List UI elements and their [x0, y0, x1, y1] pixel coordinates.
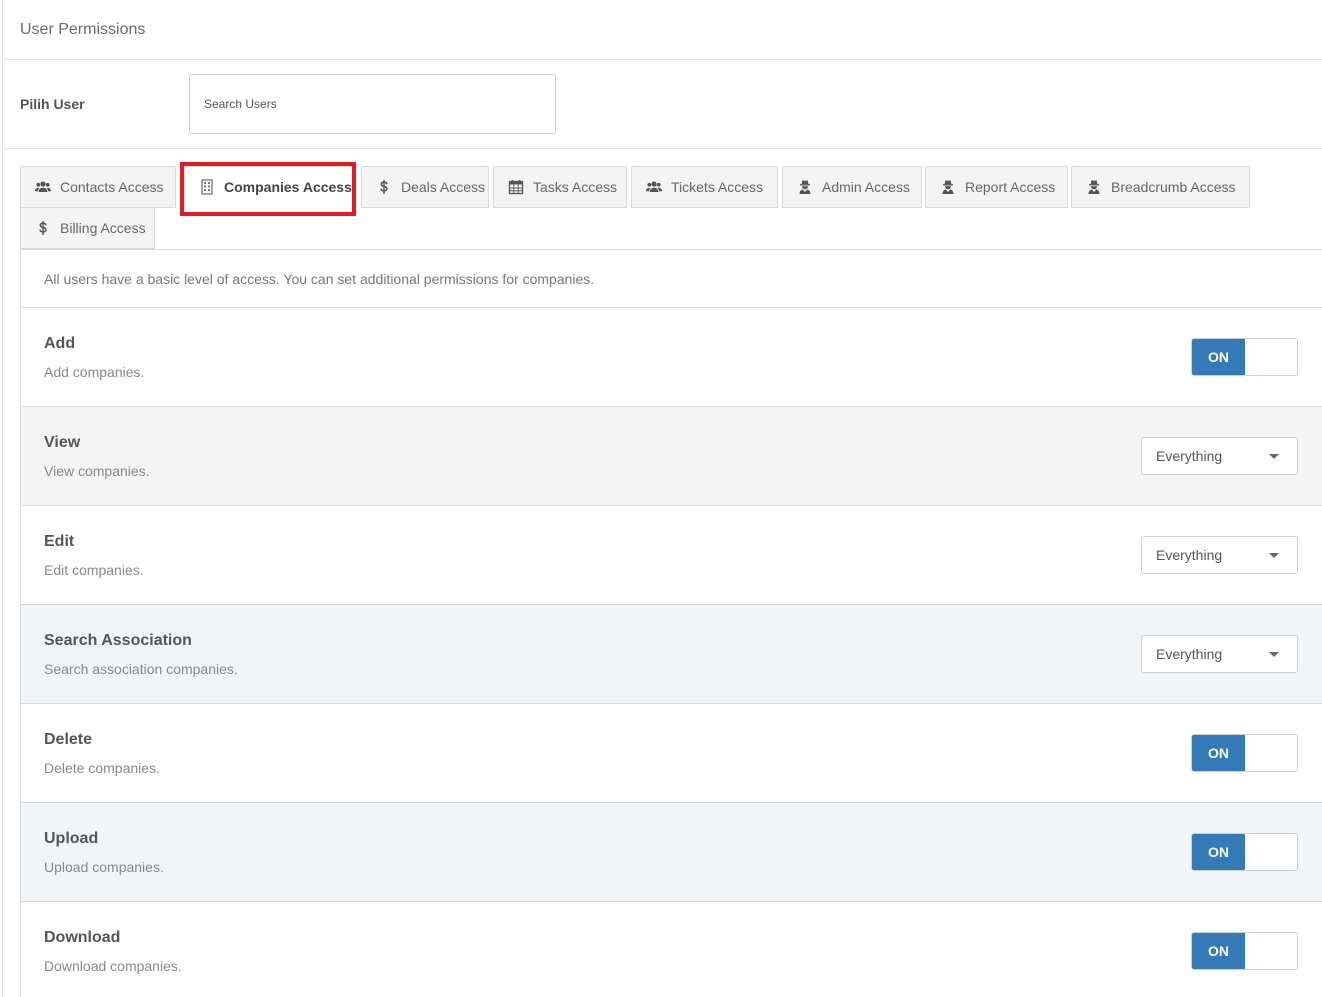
permission-row-edit: Edit Edit companies. Everything — [21, 506, 1322, 605]
tab-tasks-access[interactable]: Tasks Access — [493, 166, 627, 208]
search-association-scope-select[interactable]: Everything — [1141, 635, 1298, 673]
select-value: Everything — [1156, 448, 1223, 464]
permission-row-add: Add Add companies. ON — [21, 308, 1322, 407]
permission-description: Upload companies. — [44, 859, 164, 875]
permission-row-download: Download Download companies. ON — [21, 902, 1322, 997]
tab-deals-access[interactable]: Deals Access — [361, 166, 489, 208]
dollar-icon — [376, 179, 392, 195]
permission-row-search-association: Search Association Search association co… — [21, 605, 1322, 704]
tab-breadcrumb-access[interactable]: Breadcrumb Access — [1071, 166, 1250, 208]
permission-title: Delete — [44, 731, 93, 748]
user-secret-icon — [940, 179, 956, 195]
permission-title: Download — [44, 929, 121, 946]
permission-row-upload: Upload Upload companies. ON — [21, 803, 1322, 902]
intro-text: All users have a basic level of access. … — [21, 250, 1322, 308]
tab-label: Tasks Access — [533, 179, 618, 195]
select-value: Everything — [1156, 547, 1223, 563]
tab-label: Admin Access — [822, 179, 910, 195]
pilih-user-label: Pilih User — [20, 96, 85, 112]
permission-title: Upload — [44, 830, 99, 847]
toggle-on-label: ON — [1192, 735, 1245, 771]
toggle-on-label: ON — [1192, 834, 1245, 870]
permission-description: Search association companies. — [44, 661, 238, 677]
search-users-input[interactable] — [189, 74, 556, 134]
tab-admin-access[interactable]: Admin Access — [782, 166, 922, 208]
users-icon — [35, 179, 51, 195]
tab-report-access[interactable]: Report Access — [925, 166, 1068, 208]
permission-description: Edit companies. — [44, 562, 144, 578]
calendar-icon — [508, 179, 524, 195]
toggle-on-label: ON — [1192, 933, 1245, 969]
toggle-on-label: ON — [1192, 339, 1245, 375]
caret-down-icon — [1269, 454, 1279, 459]
tab-label: Tickets Access — [671, 179, 764, 195]
tab-billing-access[interactable]: Billing Access — [20, 207, 155, 249]
permission-description: Download companies. — [44, 958, 182, 974]
caret-down-icon — [1269, 553, 1279, 558]
tab-label: Billing Access — [60, 220, 146, 236]
download-toggle[interactable]: ON — [1191, 932, 1298, 970]
users-icon — [646, 179, 662, 195]
user-permissions-panel: User Permissions Pilih User Contacts Acc… — [2, 0, 1322, 997]
permission-title: Search Association — [44, 632, 192, 649]
permission-description: Add companies. — [44, 364, 145, 380]
tab-label: Breadcrumb Access — [1111, 179, 1236, 195]
permission-title: Edit — [44, 533, 75, 550]
add-toggle[interactable]: ON — [1191, 338, 1298, 376]
upload-toggle[interactable]: ON — [1191, 833, 1298, 871]
delete-toggle[interactable]: ON — [1191, 734, 1298, 772]
edit-scope-select[interactable]: Everything — [1141, 536, 1298, 574]
page-header: User Permissions — [3, 0, 1322, 60]
tab-label: Contacts Access — [60, 179, 164, 195]
user-secret-icon — [1086, 179, 1102, 195]
permission-row-delete: Delete Delete companies. ON — [21, 704, 1322, 803]
permission-row-view: View View companies. Everything — [21, 407, 1322, 506]
dollar-icon — [35, 220, 51, 236]
tab-label: Deals Access — [401, 179, 486, 195]
building-icon — [199, 179, 215, 195]
permission-description: Delete companies. — [44, 760, 160, 776]
tab-companies-access[interactable]: Companies Access — [184, 166, 354, 208]
tab-label: Report Access — [965, 179, 1056, 195]
companies-permissions-content: All users have a basic level of access. … — [20, 249, 1322, 997]
tab-label: Companies Access — [224, 179, 352, 195]
tab-tickets-access[interactable]: Tickets Access — [631, 166, 778, 208]
select-value: Everything — [1156, 646, 1223, 662]
user-select-row: Pilih User — [3, 60, 1322, 149]
permission-title: View — [44, 434, 81, 451]
page-title: User Permissions — [20, 20, 146, 38]
permission-description: View companies. — [44, 463, 150, 479]
permission-title: Add — [44, 335, 76, 352]
view-scope-select[interactable]: Everything — [1141, 437, 1298, 475]
tab-contacts-access[interactable]: Contacts Access — [20, 166, 176, 208]
caret-down-icon — [1269, 652, 1279, 657]
user-secret-icon — [797, 179, 813, 195]
